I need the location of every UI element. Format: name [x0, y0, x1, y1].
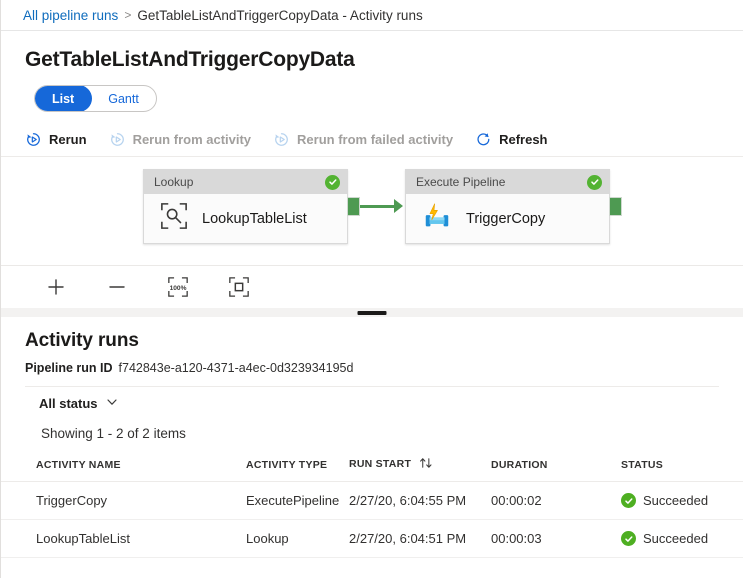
- chevron-down-icon: [106, 396, 118, 411]
- breadcrumb-separator: >: [124, 8, 131, 22]
- graph-edge-arrow: [394, 199, 403, 213]
- cell-activity-type: ExecutePipeline: [246, 482, 349, 520]
- activity-runs-title: Activity runs: [1, 317, 743, 352]
- activity-runs-panel: Activity runs Pipeline run ID f742843e-a…: [1, 317, 743, 578]
- graph-node-execute-pipeline-name: TriggerCopy: [466, 211, 545, 227]
- breadcrumb-current: GetTableListAndTriggerCopyData - Activit…: [137, 8, 422, 23]
- view-toggle: List Gantt: [1, 73, 743, 112]
- pipeline-run-id-value: f742843e-a120-4371-a4ec-0d323934195d: [119, 361, 354, 375]
- graph-node-execute-pipeline-header: Execute Pipeline: [406, 170, 609, 194]
- zoom-level-text: 100%: [170, 285, 187, 292]
- graph-node-lookup-status-icon: [325, 175, 340, 190]
- status-badge: Succeeded: [621, 493, 743, 508]
- graph-node-execute-pipeline-body: TriggerCopy: [406, 194, 609, 243]
- pipeline-run-id-label: Pipeline run ID: [25, 361, 113, 375]
- view-toggle-group: List Gantt: [34, 85, 157, 112]
- panel-splitter-handle[interactable]: [1, 308, 743, 317]
- pipeline-run-id-row: Pipeline run ID f742843e-a120-4371-a4ec-…: [1, 352, 743, 375]
- showing-count: Showing 1 - 2 of 2 items: [1, 419, 743, 441]
- fit-to-screen-button[interactable]: [228, 276, 250, 298]
- graph-node-lookup-body: LookupTableList: [144, 194, 347, 243]
- graph-node-lookup-header: Lookup: [144, 170, 347, 194]
- activity-runs-page: All pipeline runs > GetTableListAndTrigg…: [0, 0, 743, 578]
- refresh-icon: [475, 131, 492, 148]
- column-header-run-start[interactable]: RUN START: [349, 451, 491, 482]
- cell-activity-name: TriggerCopy: [1, 482, 246, 520]
- cell-duration: 00:00:03: [491, 520, 621, 558]
- column-header-run-start-label: RUN START: [349, 458, 411, 470]
- activity-runs-table-body: TriggerCopy ExecutePipeline 2/27/20, 6:0…: [1, 482, 743, 558]
- cell-run-start: 2/27/20, 6:04:55 PM: [349, 482, 491, 520]
- cell-activity-type: Lookup: [246, 520, 349, 558]
- column-header-duration[interactable]: DURATION: [491, 451, 621, 482]
- graph-edge: [360, 205, 396, 208]
- status-label: Succeeded: [643, 531, 708, 546]
- status-filter-dropdown[interactable]: All status: [35, 394, 122, 413]
- lookup-icon: [160, 202, 188, 235]
- zoom-out-button[interactable]: [106, 276, 128, 298]
- cell-status: Succeeded: [621, 520, 743, 558]
- table-header-row: ACTIVITY NAME ACTIVITY TYPE RUN START DU…: [1, 451, 743, 482]
- graph-node-lookup-output-connector[interactable]: [347, 197, 360, 216]
- success-check-icon: [621, 531, 636, 546]
- breadcrumb: All pipeline runs > GetTableListAndTrigg…: [1, 0, 743, 31]
- table-row[interactable]: TriggerCopy ExecutePipeline 2/27/20, 6:0…: [1, 482, 743, 520]
- breadcrumb-all-pipeline-runs-link[interactable]: All pipeline runs: [23, 8, 118, 23]
- tab-list[interactable]: List: [34, 85, 92, 112]
- graph-node-lookup-name: LookupTableList: [202, 211, 307, 227]
- rerun-button[interactable]: Rerun: [25, 131, 87, 148]
- status-filter-row: All status: [25, 386, 719, 419]
- table-row[interactable]: LookupTableList Lookup 2/27/20, 6:04:51 …: [1, 520, 743, 558]
- graph-node-lookup-type: Lookup: [154, 175, 193, 189]
- column-header-activity-name[interactable]: ACTIVITY NAME: [1, 451, 246, 482]
- command-bar: Rerun Rerun from activity Rerun from: [1, 122, 743, 157]
- success-check-icon: [621, 493, 636, 508]
- refresh-label: Refresh: [499, 132, 547, 147]
- status-filter-label: All status: [39, 396, 98, 411]
- cell-activity-name: LookupTableList: [1, 520, 246, 558]
- graph-node-lookup[interactable]: Lookup: [143, 169, 348, 244]
- status-label: Succeeded: [643, 493, 708, 508]
- graph-node-execute-pipeline-type: Execute Pipeline: [416, 175, 505, 189]
- tab-gantt[interactable]: Gantt: [91, 86, 156, 111]
- activity-runs-table: ACTIVITY NAME ACTIVITY TYPE RUN START DU…: [1, 451, 743, 558]
- sort-ascending-descending-icon[interactable]: [419, 457, 434, 472]
- rerun-icon: [25, 131, 42, 148]
- zoom-reset-100-button[interactable]: 100%: [167, 276, 189, 298]
- graph-node-execute-pipeline-output-connector[interactable]: [609, 197, 622, 216]
- graph-node-execute-pipeline-status-icon: [587, 175, 602, 190]
- rerun-from-failed-activity-label: Rerun from failed activity: [297, 132, 453, 147]
- execute-pipeline-icon: [422, 201, 452, 236]
- cell-duration: 00:00:02: [491, 482, 621, 520]
- zoom-in-button[interactable]: [45, 276, 67, 298]
- rerun-label: Rerun: [49, 132, 87, 147]
- column-header-activity-type[interactable]: ACTIVITY TYPE: [246, 451, 349, 482]
- rerun-from-activity-button[interactable]: Rerun from activity: [109, 131, 251, 148]
- graph-zoom-controls: 100%: [1, 265, 743, 308]
- cell-run-start: 2/27/20, 6:04:51 PM: [349, 520, 491, 558]
- rerun-from-failed-activity-button[interactable]: Rerun from failed activity: [273, 131, 453, 148]
- pipeline-graph-canvas[interactable]: Lookup: [1, 157, 743, 265]
- cell-status: Succeeded: [621, 482, 743, 520]
- column-header-status[interactable]: STATUS: [621, 451, 743, 482]
- refresh-button[interactable]: Refresh: [475, 131, 547, 148]
- rerun-from-activity-icon: [109, 131, 126, 148]
- rerun-from-failed-activity-icon: [273, 131, 290, 148]
- page-title: GetTableListAndTriggerCopyData: [1, 31, 743, 73]
- graph-node-execute-pipeline[interactable]: Execute Pipeline Tri: [405, 169, 610, 244]
- status-badge: Succeeded: [621, 531, 743, 546]
- rerun-from-activity-label: Rerun from activity: [133, 132, 251, 147]
